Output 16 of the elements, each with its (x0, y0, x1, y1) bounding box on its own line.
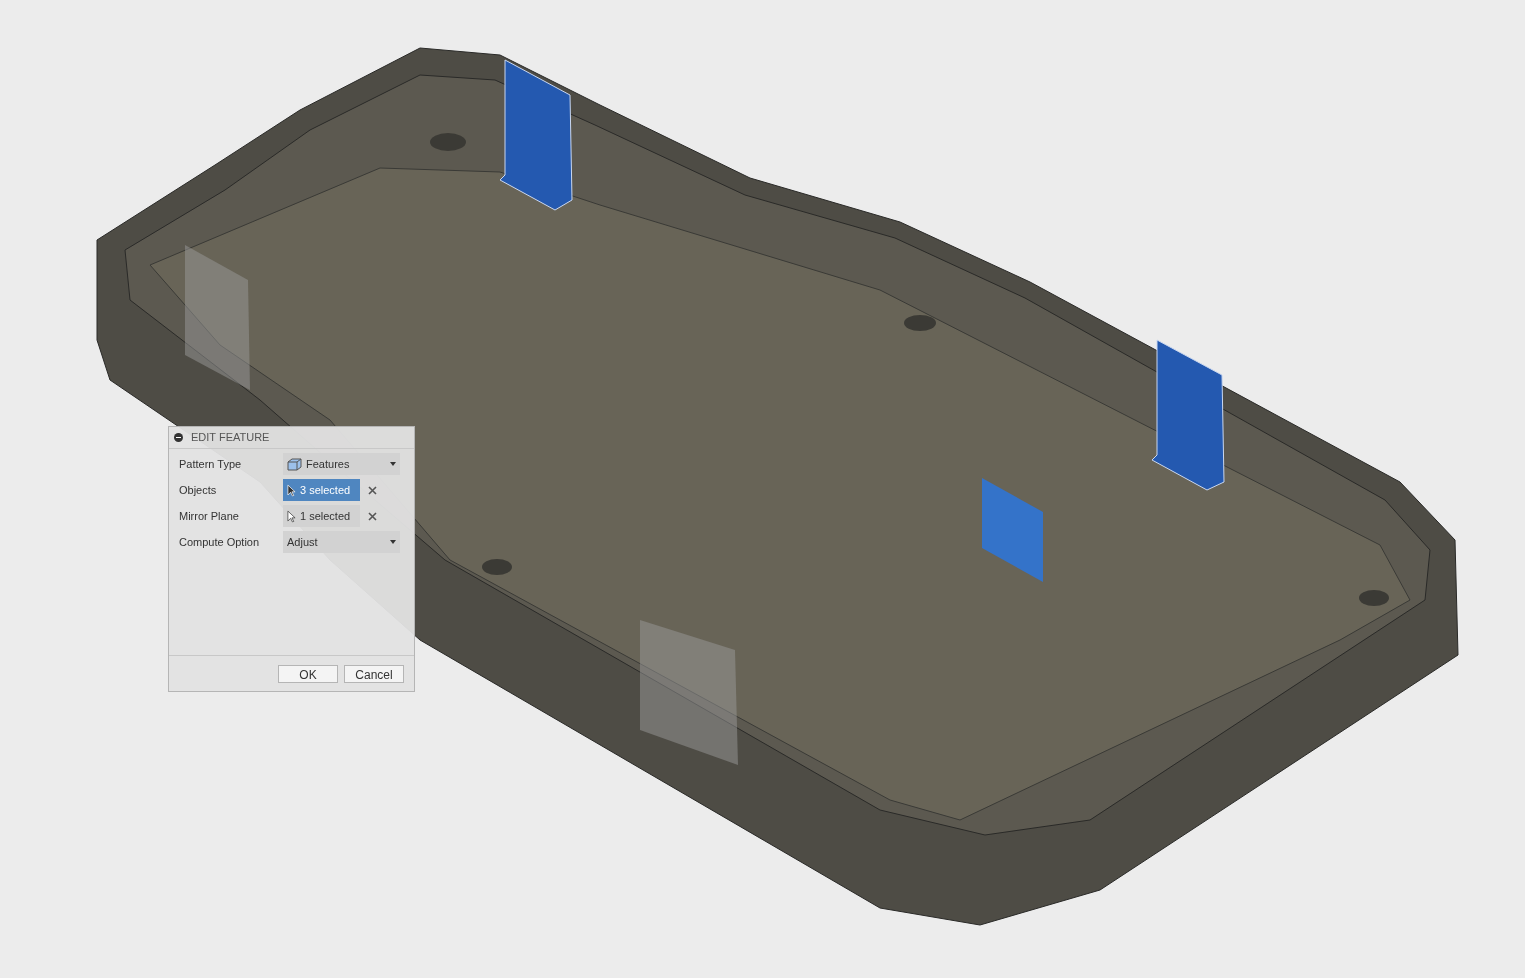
cursor-icon (287, 483, 296, 497)
collapse-icon[interactable] (174, 433, 183, 442)
ok-button[interactable]: OK (278, 664, 338, 683)
selection-field[interactable]: 1 selected (283, 505, 360, 527)
clear-icon[interactable] (368, 485, 377, 495)
cancel-button[interactable]: Cancel (344, 664, 404, 683)
field-label: Mirror Plane (179, 508, 240, 524)
dialog-title: EDIT FEATURE (191, 430, 270, 446)
cursor-icon (287, 509, 296, 523)
field-label: Compute Option (179, 534, 261, 550)
dropdown[interactable]: Adjust (283, 531, 400, 553)
clear-icon[interactable] (368, 511, 377, 521)
field-label: Pattern Type (179, 456, 243, 472)
dropdown[interactable]: Features (283, 453, 400, 475)
selection-field[interactable]: 3 selected (283, 479, 360, 501)
field-label: Objects (179, 482, 218, 498)
